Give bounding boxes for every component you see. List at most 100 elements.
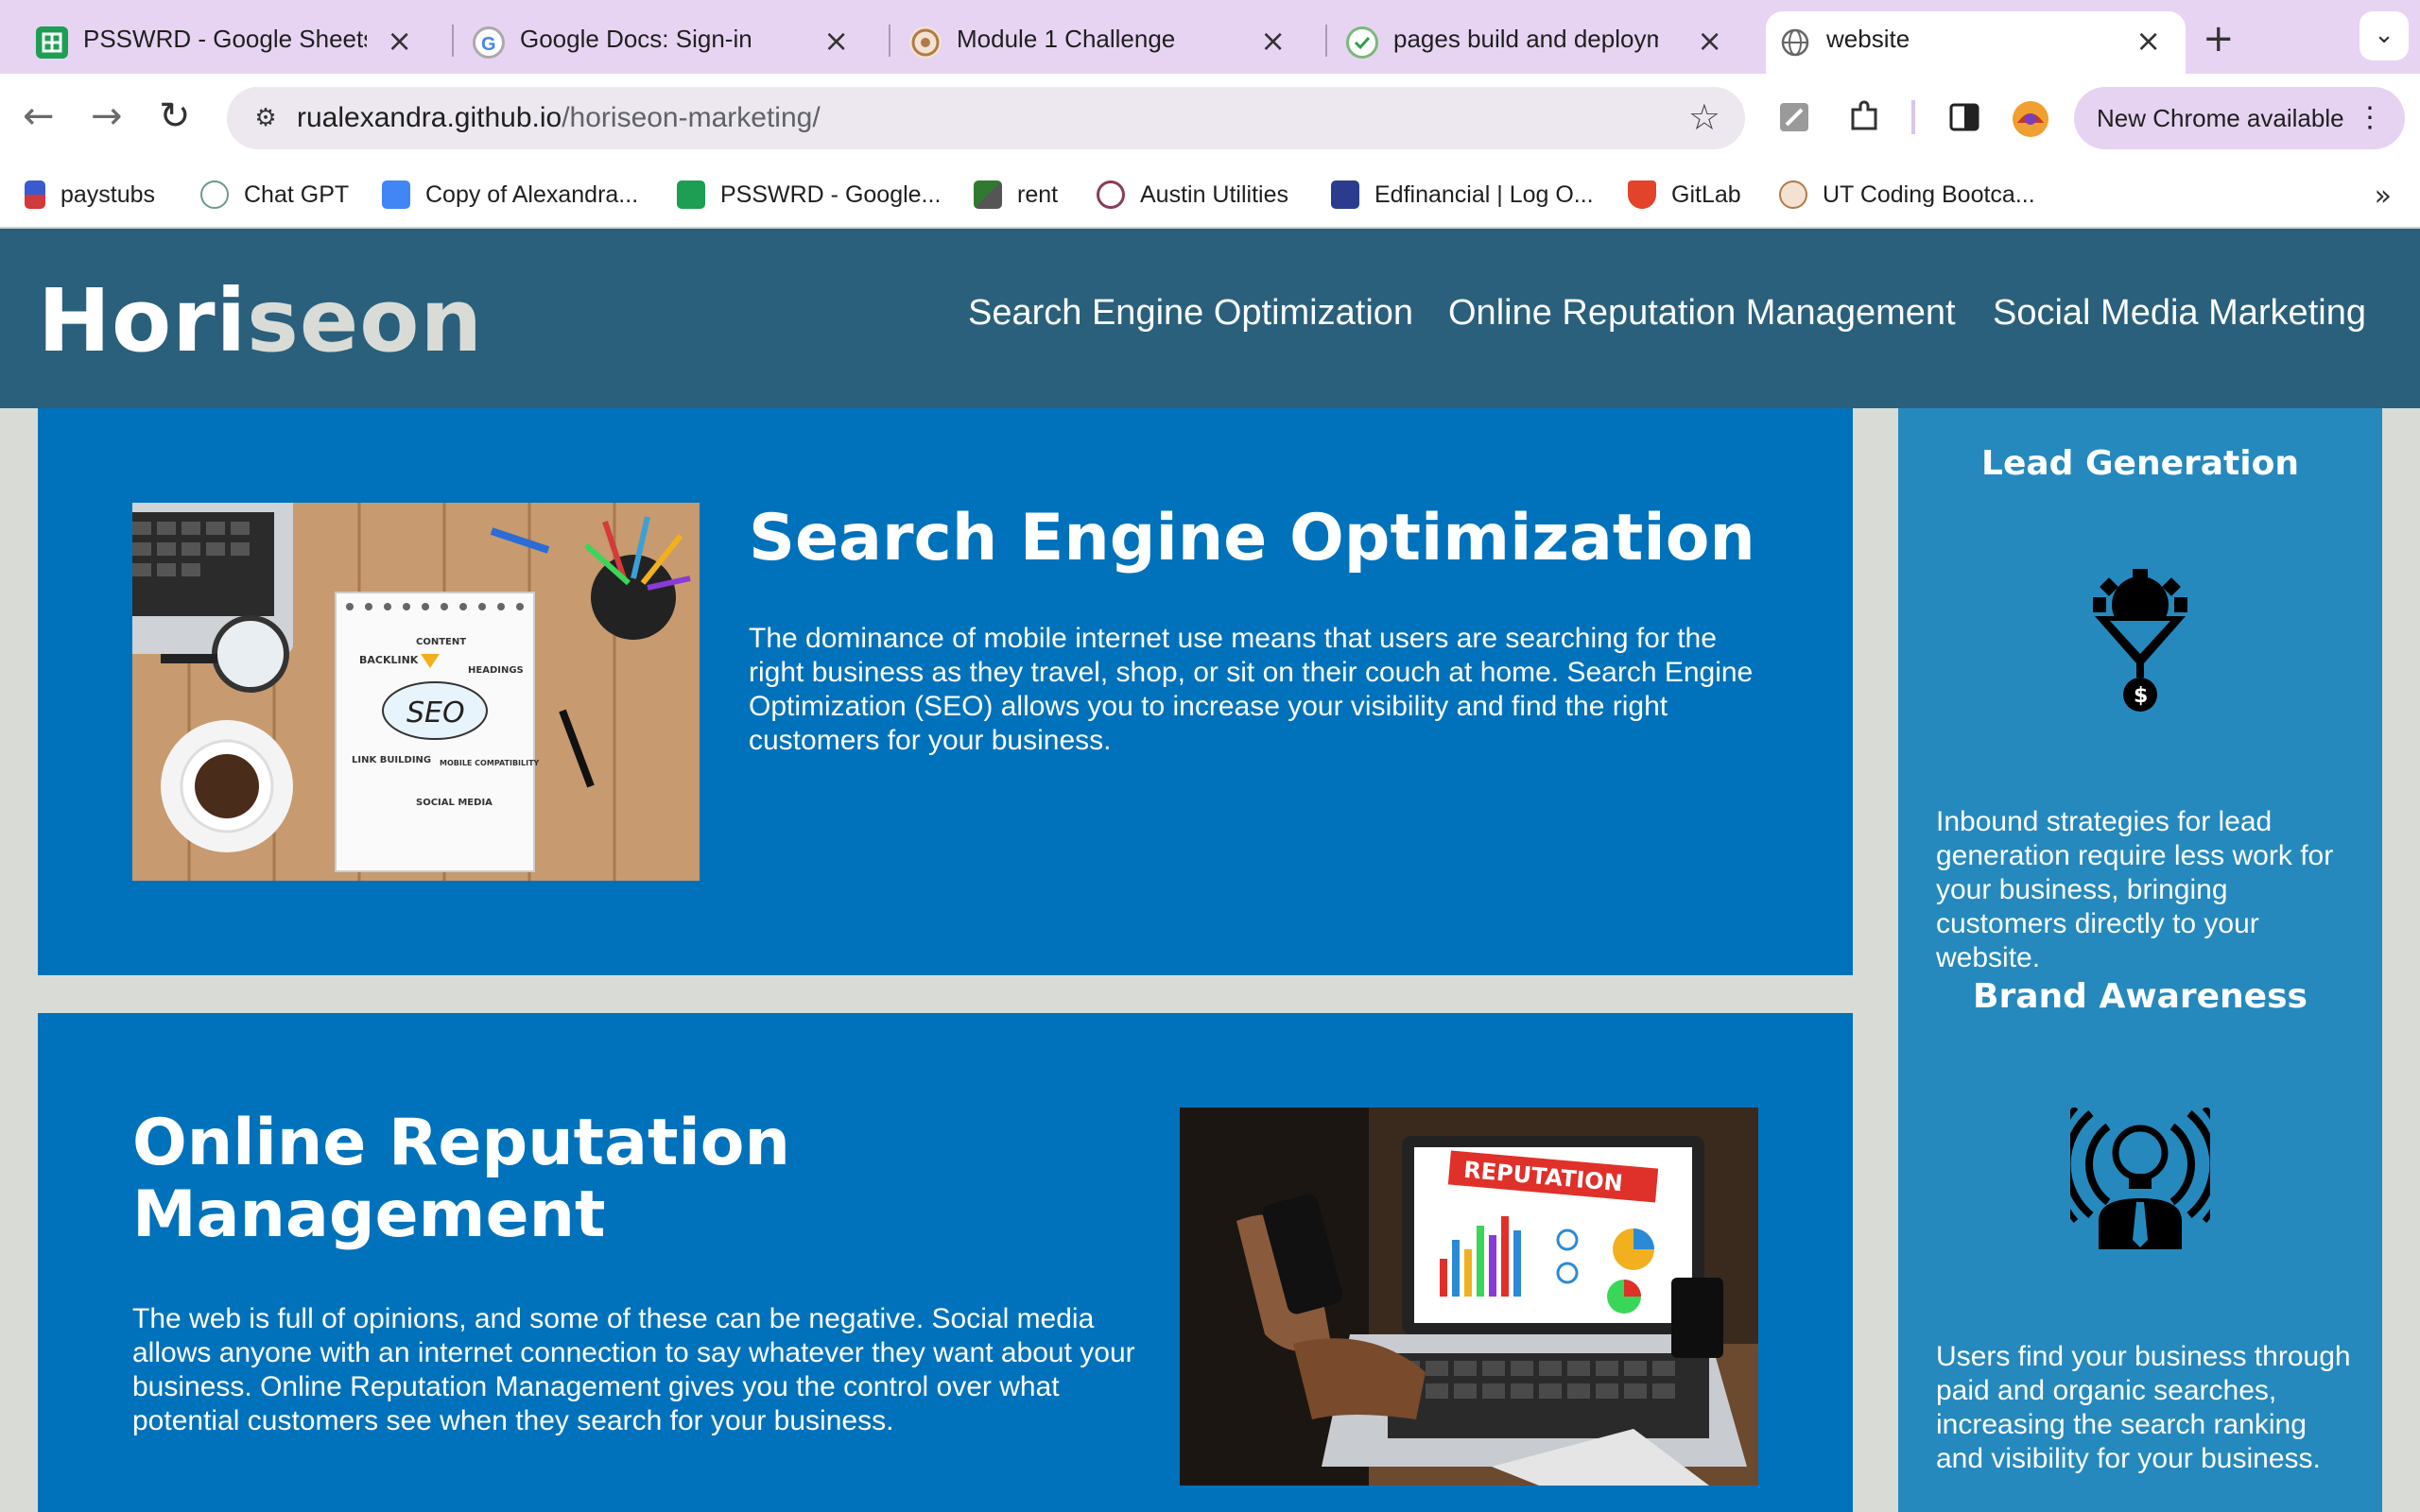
benefits-sidebar: Lead Generation $ Inbound strategies for… — [1898, 408, 2382, 1512]
github-actions-icon — [1346, 26, 1378, 59]
tab-title: PSSWRD - Google Sheets — [83, 25, 367, 53]
bookmark-label: PSSWRD - Google... — [720, 180, 942, 208]
logo-text: Hori — [38, 270, 248, 371]
logo-accent-text: seon — [247, 270, 483, 371]
seo-section: SEO CONTENT BACKLINK HEADINGS LINK BUILD… — [38, 408, 1853, 975]
tab-title: pages build and deployment — [1393, 25, 1658, 53]
bookmark-label: paystubs — [60, 180, 156, 208]
tab-search-button[interactable]: ⌄ — [2360, 11, 2409, 60]
orm-section: Online Reputation Management The web is f… — [38, 1013, 1853, 1512]
side-panel-icon[interactable] — [1947, 100, 1981, 134]
bookmark-ut-coding-bootcamp[interactable]: UT Coding Bootca... — [1779, 176, 2035, 214]
bookmark-austin-utilities[interactable]: Austin Utilities — [1097, 176, 1288, 214]
bookmark-label: UT Coding Bootca... — [1823, 180, 2035, 208]
tab-title: Module 1 Challenge — [957, 25, 1176, 53]
tab-strip: PSSWRD - Google Sheets × G Google Docs: … — [0, 0, 2420, 74]
svg-text:$: $ — [2134, 684, 2148, 708]
bookmark-psswrd[interactable]: PSSWRD - Google... — [677, 176, 941, 214]
close-icon[interactable]: × — [1260, 23, 1286, 59]
nav-link-seo[interactable]: Search Engine Optimization — [968, 293, 1413, 334]
orm-heading-line2: Management — [132, 1177, 606, 1252]
nav-link-smm[interactable]: Social Media Marketing — [1993, 293, 2366, 334]
close-icon[interactable]: × — [1697, 23, 1722, 59]
brand-awareness-heading: Brand Awareness — [1973, 977, 2308, 1016]
tab-pages-build[interactable]: pages build and deployment × — [1310, 11, 1747, 74]
tab-module-1-challenge[interactable]: Module 1 Challenge × — [873, 11, 1310, 74]
svg-text:G: G — [481, 34, 496, 55]
site-logo[interactable]: Horiseon — [38, 270, 483, 371]
brand-awareness-icon — [2051, 1106, 2229, 1249]
site-header: Horiseon Search Engine Optimization Onli… — [0, 229, 2420, 408]
reload-icon[interactable]: ↻ — [159, 94, 191, 138]
bookmarks-bar: paystubs Chat GPT Copy of Alexandra... P… — [0, 163, 2420, 229]
tab-title: Google Docs: Sign-in — [520, 25, 752, 53]
seo-image-word: LINK BUILDING — [352, 755, 431, 765]
toolbar-divider — [1911, 100, 1915, 134]
more-bookmarks-icon[interactable]: » — [2375, 180, 2392, 213]
bookmark-label: Copy of Alexandra... — [425, 180, 639, 208]
bookmark-label: Chat GPT — [244, 180, 350, 208]
bookmark-label: GitLab — [1671, 180, 1741, 208]
openai-icon — [200, 180, 229, 209]
rent-icon — [974, 180, 1002, 209]
extensions-puzzle-icon[interactable] — [1847, 100, 1881, 134]
seo-heading: Search Engine Optimization — [749, 501, 1755, 576]
austin-seal-icon — [1097, 180, 1125, 209]
tab-website[interactable]: website × — [1766, 11, 2186, 74]
url-text[interactable]: rualexandra.github.io/horiseon-marketing… — [297, 102, 821, 134]
brand-awareness-text: Users find your business through paid an… — [1936, 1341, 2351, 1474]
bookmark-rent[interactable]: rent — [974, 176, 1058, 214]
close-icon[interactable]: × — [387, 23, 412, 59]
tab-title: website — [1826, 25, 1910, 53]
bookmark-gitlab[interactable]: GitLab — [1628, 176, 1741, 214]
orm-body: The web is full of opinions, and some of… — [132, 1303, 1135, 1436]
bookmark-label: Edfinancial | Log O... — [1374, 180, 1594, 208]
gitlab-icon — [1628, 180, 1656, 209]
seo-body: The dominance of mobile internet use mea… — [749, 623, 1754, 756]
browser-toolbar: ← → ↻ ⚙ rualexandra.github.io/horiseon-m… — [0, 74, 2420, 163]
seo-image: SEO CONTENT BACKLINK HEADINGS LINK BUILD… — [113, 493, 700, 881]
chrome-update-label: New Chrome available — [2097, 104, 2344, 132]
bookmark-star-icon[interactable]: ☆ — [1688, 96, 1720, 138]
bookmark-copy-of-alexandra[interactable]: Copy of Alexandra... — [382, 176, 638, 214]
seo-image-word: SEO — [406, 696, 465, 730]
bookmark-label: Austin Utilities — [1140, 180, 1288, 208]
profile-avatar[interactable] — [2012, 100, 2048, 137]
tab-google-docs[interactable]: G Google Docs: Sign-in × — [437, 11, 873, 74]
new-tab-button[interactable]: + — [2203, 17, 2235, 60]
close-icon[interactable]: × — [823, 23, 849, 59]
bootcamp-icon — [1779, 180, 1807, 209]
orm-heading-line1: Online Reputation — [132, 1106, 790, 1180]
nav-link-orm[interactable]: Online Reputation Management — [1448, 293, 1956, 334]
orm-image: REPUTATION — [1180, 1108, 1758, 1486]
bookmark-label: rent — [1017, 180, 1059, 208]
sheets-icon — [677, 180, 705, 209]
lead-generation-text: Inbound strategies for lead generation r… — [1936, 806, 2334, 973]
close-icon[interactable]: × — [2135, 23, 2161, 59]
seo-image-word: HEADINGS — [468, 665, 524, 676]
site-settings-icon[interactable]: ⚙ — [248, 100, 284, 136]
back-icon[interactable]: ← — [23, 94, 55, 138]
bootcamp-icon — [909, 26, 942, 59]
paystubs-icon — [25, 180, 45, 209]
sheets-icon — [36, 26, 68, 59]
globe-icon — [1779, 26, 1811, 59]
menu-dots-icon[interactable]: ⋮ — [2356, 87, 2384, 149]
seo-image-word: SOCIAL MEDIA — [416, 798, 493, 808]
lead-generation-heading: Lead Generation — [1981, 444, 2299, 483]
docs-icon — [382, 180, 410, 209]
bookmark-paystubs[interactable]: paystubs — [25, 176, 155, 214]
extension-icon[interactable] — [1777, 100, 1811, 134]
url-host: rualexandra.github.io — [297, 102, 562, 133]
forward-icon[interactable]: → — [91, 94, 123, 138]
edfinancial-icon — [1331, 180, 1359, 209]
web-page: Horiseon Search Engine Optimization Onli… — [0, 229, 2420, 1512]
seo-image-word: MOBILE COMPATIBILITY — [440, 759, 540, 767]
lead-generation-icon: $ — [2087, 569, 2193, 720]
bookmark-edfinancial[interactable]: Edfinancial | Log O... — [1331, 176, 1594, 214]
bookmark-chat-gpt[interactable]: Chat GPT — [200, 176, 349, 214]
address-bar[interactable]: ⚙ rualexandra.github.io/horiseon-marketi… — [227, 87, 1745, 149]
chrome-update-button[interactable]: New Chrome available ⋮ — [2074, 87, 2405, 149]
orm-heading: Online Reputation Management — [132, 1108, 983, 1251]
tab-psswrd-sheets[interactable]: PSSWRD - Google Sheets × — [0, 11, 437, 74]
